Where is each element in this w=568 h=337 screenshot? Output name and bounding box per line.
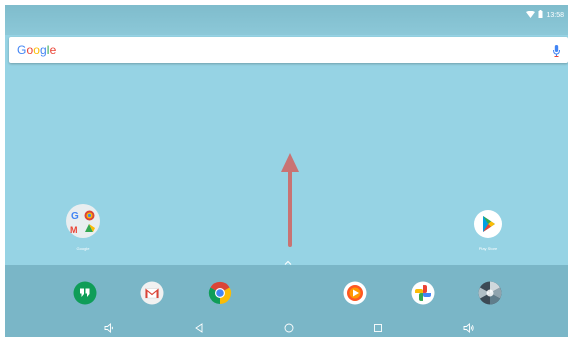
hangouts-icon[interactable] bbox=[73, 281, 97, 305]
play-store-icon bbox=[473, 209, 503, 244]
svg-text:G: G bbox=[71, 211, 79, 222]
battery-icon bbox=[538, 10, 543, 20]
status-icons: 13:58 bbox=[526, 10, 564, 20]
back-icon[interactable] bbox=[194, 320, 204, 337]
play-store-label: Play Store bbox=[478, 246, 498, 251]
play-store-app[interactable]: Play Store bbox=[473, 209, 503, 251]
volume-down-icon[interactable] bbox=[104, 320, 114, 337]
google-logo-letter: o bbox=[33, 43, 40, 57]
recents-icon[interactable] bbox=[373, 320, 383, 337]
svg-text:M: M bbox=[70, 225, 78, 235]
google-logo-letter: g bbox=[40, 43, 47, 57]
status-bar: 13:58 bbox=[5, 5, 568, 35]
navigation-bar bbox=[5, 317, 568, 337]
camera-icon[interactable] bbox=[478, 281, 502, 305]
photos-icon[interactable] bbox=[411, 281, 435, 305]
google-logo-letter: e bbox=[49, 43, 57, 57]
dock bbox=[5, 265, 568, 317]
mic-icon[interactable] bbox=[553, 44, 560, 62]
wifi-icon bbox=[526, 10, 536, 20]
home-screen: 13:58 Google G M Google Play Store bbox=[5, 5, 568, 337]
home-icon[interactable] bbox=[284, 320, 294, 337]
gmail-icon[interactable] bbox=[140, 281, 164, 305]
google-search-bar[interactable]: Google bbox=[9, 37, 568, 63]
volume-up-icon[interactable] bbox=[463, 320, 474, 337]
chrome-icon[interactable] bbox=[208, 281, 232, 305]
clock: 13:58 bbox=[546, 11, 564, 19]
google-folder-icon: G M bbox=[65, 203, 101, 244]
swipe-up-arrow-icon bbox=[281, 153, 299, 252]
google-logo: Google bbox=[17, 43, 56, 57]
play-music-icon[interactable] bbox=[343, 281, 367, 305]
google-folder-label: Google bbox=[76, 246, 90, 251]
google-folder[interactable]: G M Google bbox=[65, 203, 101, 251]
